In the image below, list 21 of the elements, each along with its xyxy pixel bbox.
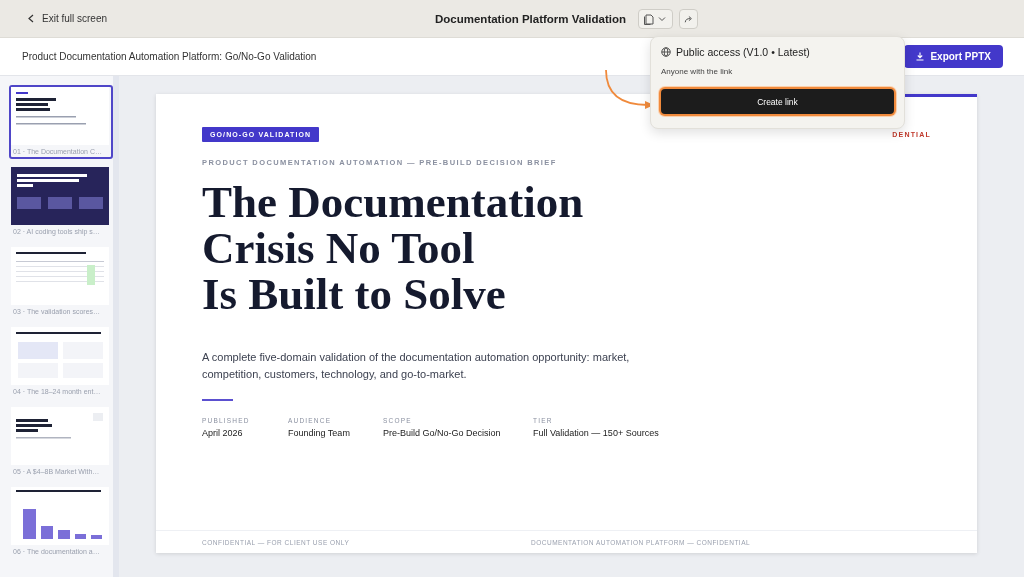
access-title: Public access (V1.0 • Latest) — [661, 46, 894, 58]
meta-value: Full Validation — 150+ Sources — [533, 428, 660, 438]
create-link-button[interactable]: Create link — [661, 89, 894, 114]
document-title: Product Documentation Automation Platform: Go/No-Go Validation — [22, 51, 317, 62]
share-button[interactable] — [679, 8, 699, 29]
share-icon — [684, 13, 694, 24]
document-icon — [643, 12, 656, 25]
globe-icon — [661, 47, 671, 57]
exit-fullscreen-button[interactable]: Exit full screen — [25, 11, 110, 26]
slide-heading: The Documentation Crisis No Tool Is Built to Solve — [202, 179, 584, 317]
slide-summary: A complete five-domain validation of the documentation automation opportunity: market, competition, customers, technology, and go-to-market. — [202, 350, 631, 382]
meta-value: Pre-Build Go/No-Go Decision — [383, 428, 502, 438]
window-title: Documentation Platform Validation — [435, 12, 627, 25]
caret-icon — [658, 15, 667, 22]
document-menu-button[interactable] — [638, 8, 674, 29]
export-button[interactable]: Export PPTX — [904, 45, 1003, 68]
meta-value: April 2026 — [202, 428, 244, 438]
meta-value: Founding Team — [288, 428, 351, 438]
access-description: Anyone with the link — [661, 67, 734, 76]
back-icon — [27, 14, 35, 23]
download-icon — [916, 52, 925, 61]
